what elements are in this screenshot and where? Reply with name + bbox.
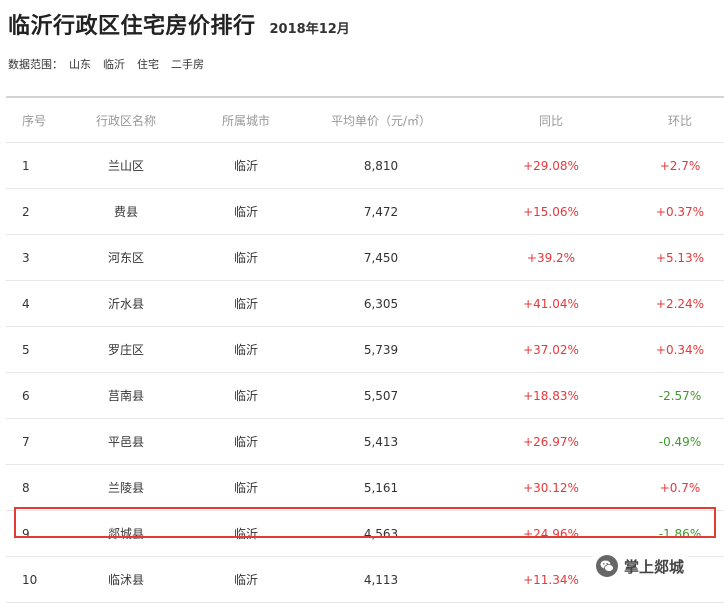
ranking-table: 序号 行政区名称 所属城市 平均单价（元/㎡） 同比 环比 1 兰山区 临沂 8,81… [6, 96, 724, 603]
cell-yoy: +39.2% [526, 250, 576, 265]
scope-item-province[interactable]: 山东 [69, 56, 91, 72]
header: 临沂行政区住宅房价排行 2018年12月 [8, 8, 350, 40]
cell-mom: +2.24% [655, 296, 705, 311]
cell-mom: +5.13% [655, 250, 705, 265]
cell-city: 临沂 [233, 435, 258, 449]
cell-rank: 6 [22, 388, 30, 403]
cell-mom: +0.7% [659, 480, 701, 495]
watermark: 掌上郯城 [592, 553, 689, 579]
table-header: 序号 行政区名称 所属城市 平均单价（元/㎡） 同比 环比 [6, 98, 724, 143]
cell-yoy: +37.02% [523, 342, 579, 357]
cell-district: 费县 [113, 205, 138, 219]
cell-district: 莒南县 [107, 389, 144, 403]
cell-mom: +2.7% [659, 158, 701, 173]
column-header-mom: 环比 [667, 113, 692, 128]
title-date: 2018年12月 [269, 22, 350, 37]
scope-item-market[interactable]: 二手房 [171, 56, 204, 72]
table-row[interactable]: 7 平邑县 临沂 5,413 +26.97% -0.49% [6, 419, 724, 465]
cell-city: 临沂 [233, 251, 258, 265]
cell-rank: 3 [22, 250, 30, 265]
cell-district: 罗庄区 [107, 343, 144, 357]
cell-yoy: +26.97% [523, 434, 579, 449]
cell-price: 8,810 [363, 158, 399, 173]
wechat-icon [596, 555, 618, 577]
table-row[interactable]: 1 兰山区 临沂 8,810 +29.08% +2.7% [6, 143, 724, 189]
table-row[interactable]: 3 河东区 临沂 7,450 +39.2% +5.13% [6, 235, 724, 281]
cell-price: 5,161 [363, 480, 399, 495]
cell-price: 5,739 [363, 342, 399, 357]
cell-district: 临沭县 [107, 573, 144, 587]
cell-city: 临沂 [233, 573, 258, 587]
table-row[interactable]: 5 罗庄区 临沂 5,739 +37.02% +0.34% [6, 327, 724, 373]
cell-rank: 10 [22, 572, 38, 587]
cell-city: 临沂 [233, 205, 258, 219]
cell-district: 兰陵县 [107, 481, 144, 495]
cell-city: 临沂 [233, 297, 258, 311]
cell-yoy: +24.96% [523, 526, 579, 541]
cell-district: 沂水县 [107, 297, 144, 311]
table-row[interactable]: 8 兰陵县 临沂 5,161 +30.12% +0.7% [6, 465, 724, 511]
scope-label: 数据范围： [8, 58, 63, 71]
table-row[interactable]: 2 费县 临沂 7,472 +15.06% +0.37% [6, 189, 724, 235]
cell-price: 4,113 [363, 572, 399, 587]
cell-city: 临沂 [233, 343, 258, 357]
column-header-rank: 序号 [22, 113, 47, 128]
column-header-city: 所属城市 [221, 113, 270, 128]
cell-rank: 8 [22, 480, 30, 495]
cell-rank: 1 [22, 158, 30, 173]
column-header-district: 行政区名称 [95, 113, 156, 128]
cell-rank: 7 [22, 434, 30, 449]
cell-district: 河东区 [107, 251, 144, 265]
cell-price: 4,563 [363, 526, 399, 541]
cell-mom: -0.49% [658, 434, 702, 449]
cell-rank: 9 [22, 526, 30, 541]
cell-price: 7,472 [363, 204, 399, 219]
cell-yoy: +18.83% [523, 388, 579, 403]
cell-price: 5,413 [363, 434, 399, 449]
cell-district: 郯城县 [107, 527, 144, 541]
table-row[interactable]: 4 沂水县 临沂 6,305 +41.04% +2.24% [6, 281, 724, 327]
cell-price: 7,450 [363, 250, 399, 265]
cell-city: 临沂 [233, 159, 258, 173]
table-row[interactable]: 9 郯城县 临沂 4,563 +24.96% -1.86% [6, 511, 724, 557]
cell-city: 临沂 [233, 389, 258, 403]
cell-mom: +0.34% [655, 342, 705, 357]
cell-mom: -1.86% [658, 526, 702, 541]
cell-price: 6,305 [363, 296, 399, 311]
cell-yoy: +41.04% [523, 296, 579, 311]
table-row[interactable]: 6 莒南县 临沂 5,507 +18.83% -2.57% [6, 373, 724, 419]
cell-city: 临沂 [233, 527, 258, 541]
cell-rank: 5 [22, 342, 30, 357]
cell-price: 5,507 [363, 388, 399, 403]
cell-mom: -2.57% [658, 388, 702, 403]
page-title: 临沂行政区住宅房价排行 [8, 14, 256, 39]
cell-city: 临沂 [233, 481, 258, 495]
scope-item-type[interactable]: 住宅 [137, 56, 159, 72]
cell-rank: 4 [22, 296, 30, 311]
cell-rank: 2 [22, 204, 30, 219]
scope-item-city[interactable]: 临沂 [103, 56, 125, 72]
cell-yoy: +29.08% [523, 158, 579, 173]
column-header-yoy: 同比 [538, 113, 563, 128]
cell-yoy: +30.12% [523, 480, 579, 495]
cell-mom: +0.37% [655, 204, 705, 219]
watermark-text: 掌上郯城 [624, 557, 685, 576]
cell-yoy: +15.06% [523, 204, 579, 219]
column-header-price: 平均单价（元/㎡） [330, 113, 432, 128]
cell-district: 平邑县 [107, 435, 144, 449]
data-scope: 数据范围： 山东 临沂 住宅 二手房 [8, 56, 216, 72]
cell-district: 兰山区 [107, 159, 144, 173]
